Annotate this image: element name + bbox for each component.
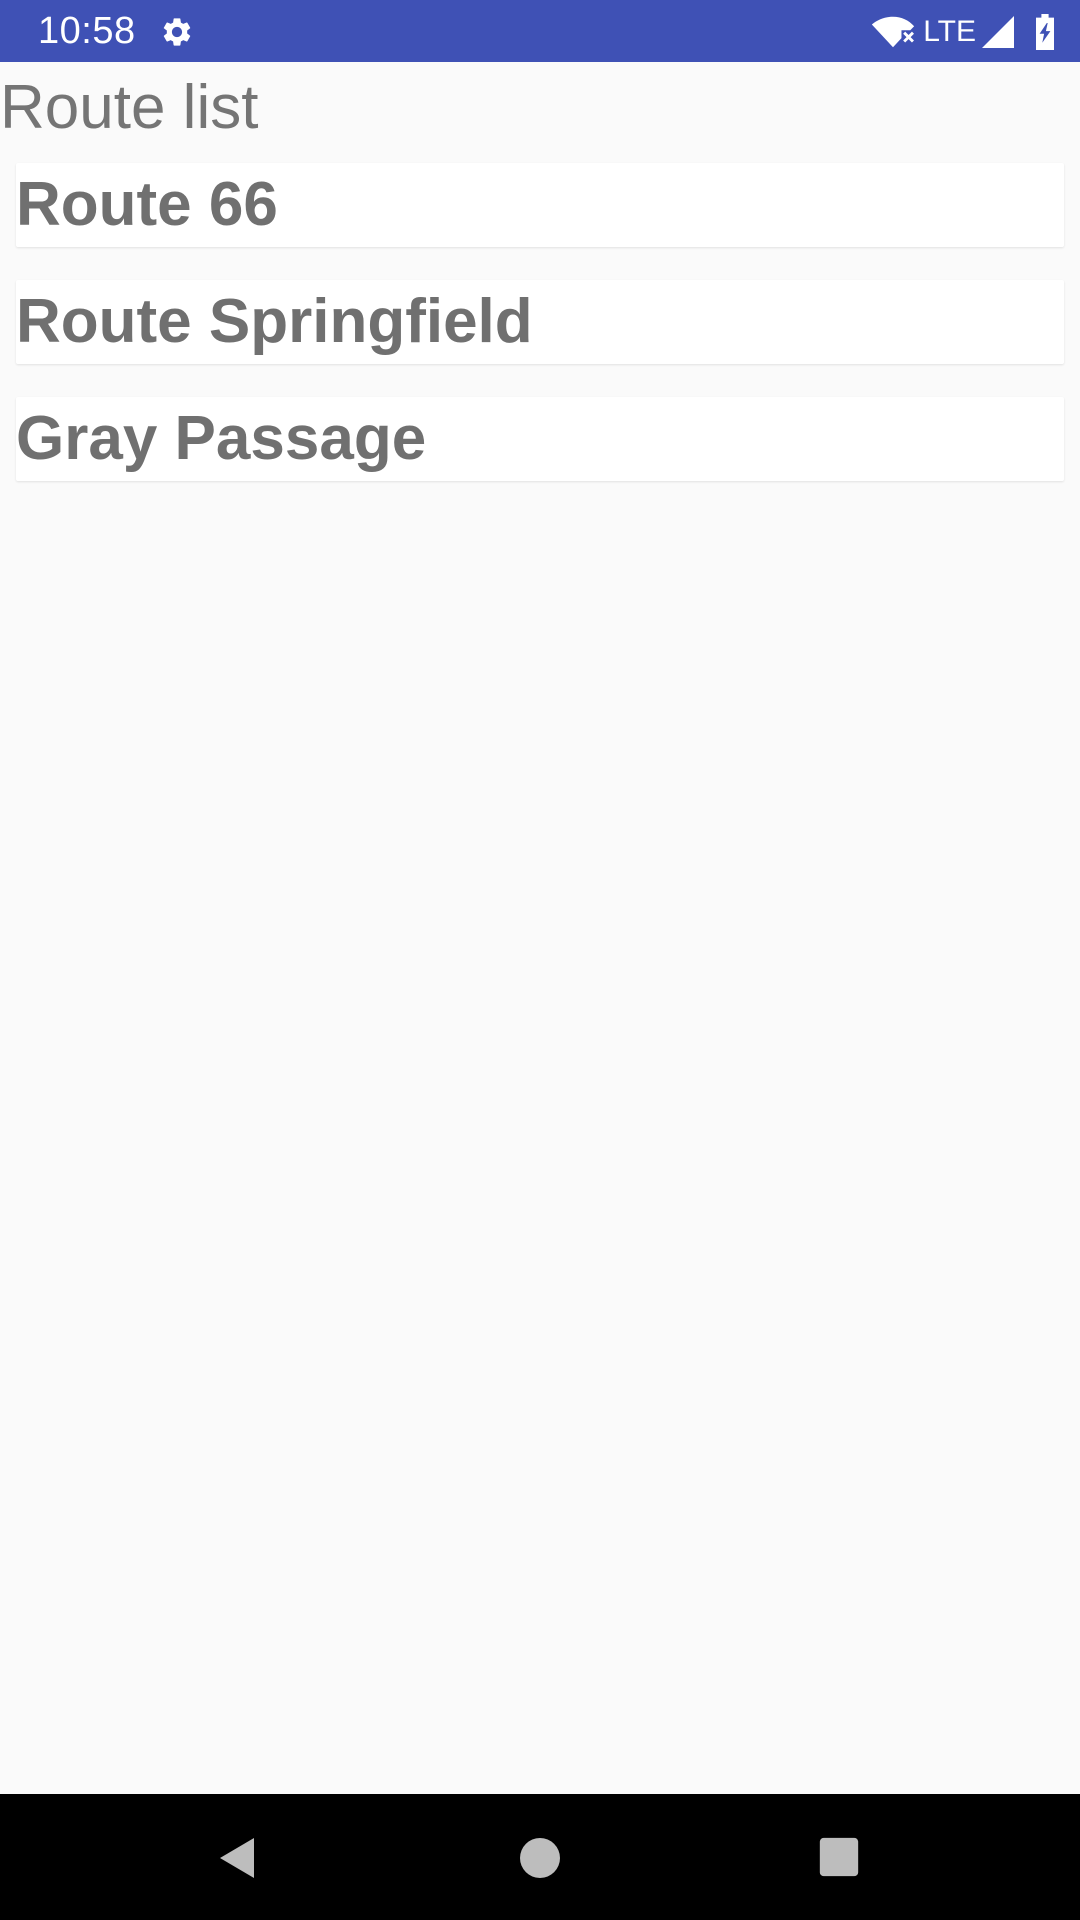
gear-icon: [163, 18, 191, 46]
wifi-off-icon: [872, 16, 915, 48]
route-name: Route Springfield: [16, 287, 533, 356]
battery-charging-icon: [1036, 14, 1054, 50]
route-list-item[interactable]: Route 66: [16, 163, 1064, 247]
recents-icon[interactable]: [816, 1834, 862, 1880]
route-list: Route 66 Route Springfield Gray Passage: [16, 163, 1064, 514]
route-list-item[interactable]: Gray Passage: [16, 397, 1064, 481]
page-title: Route list: [0, 73, 259, 142]
network-type-label: LTE: [923, 15, 976, 48]
status-time: 10:58: [38, 10, 136, 52]
signal-icon: [982, 16, 1014, 48]
route-name: Gray Passage: [16, 404, 427, 473]
route-list-item[interactable]: Route Springfield: [16, 280, 1064, 364]
navigation-bar: [0, 1794, 1080, 1920]
status-bar: 10:58 LTE: [0, 0, 1080, 62]
home-icon[interactable]: [516, 1834, 564, 1882]
status-icons: LTE: [871, 12, 1056, 52]
back-icon[interactable]: [214, 1834, 262, 1882]
route-name: Route 66: [16, 170, 278, 239]
